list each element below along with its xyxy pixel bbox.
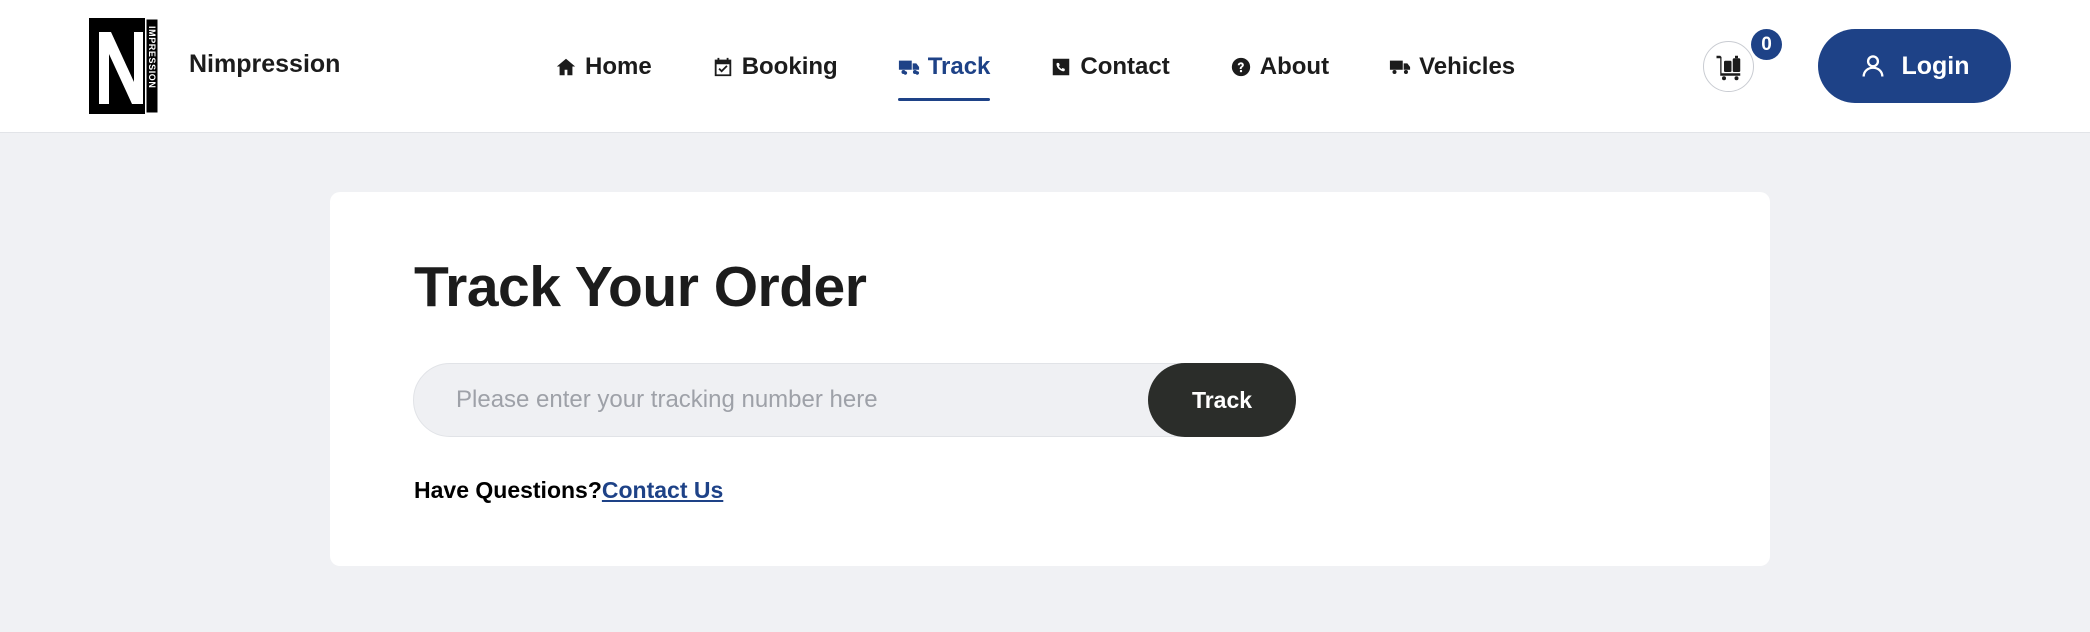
nav-contact-label: Contact [1080, 52, 1170, 80]
nav-vehicles-label: Vehicles [1419, 52, 1516, 80]
main-nav: Home Booking Track Contact About Vehicle… [555, 0, 1575, 133]
truck-icon [1389, 60, 1411, 74]
nav-about-label: About [1259, 52, 1330, 80]
logo-vertical-text: IMPRESSION [147, 26, 157, 89]
calendar-check-icon [714, 57, 731, 76]
tracking-number-input[interactable] [414, 364, 1144, 436]
questions-text: Have Questions? [414, 477, 602, 503]
home-icon [556, 58, 576, 75]
luggage-cart-icon [1716, 55, 1740, 80]
nav-contact[interactable]: Contact [1050, 0, 1170, 133]
truck-icon [898, 60, 919, 75]
login-button-label: Login [1901, 51, 1970, 80]
login-button[interactable]: Login [1818, 29, 2011, 103]
track-form: Track [413, 363, 1296, 437]
nav-track[interactable]: Track [897, 0, 991, 133]
nav-track-label: Track [927, 52, 991, 80]
cart-button[interactable] [1703, 41, 1754, 92]
cart-count-badge: 0 [1751, 29, 1782, 60]
track-order-card: Track Your Order Track Have Questions?Co… [330, 192, 1770, 566]
page-title: Track Your Order [414, 255, 867, 319]
question-circle-icon [1231, 57, 1250, 76]
brand-name[interactable]: Nimpression [189, 50, 340, 79]
navbar: IMPRESSION Nimpression Home Booking Trac… [0, 0, 2090, 133]
user-icon [1862, 55, 1884, 77]
nav-about[interactable]: About [1230, 0, 1329, 133]
contact-us-link[interactable]: Contact Us [602, 477, 723, 503]
nav-booking-label: Booking [741, 52, 838, 80]
track-button[interactable]: Track [1148, 363, 1296, 437]
nav-home[interactable]: Home [555, 0, 652, 133]
brand-logo[interactable]: IMPRESSION [89, 18, 159, 114]
phone-icon [1053, 58, 1070, 75]
nav-booking[interactable]: Booking [712, 0, 838, 133]
nav-vehicles[interactable]: Vehicles [1389, 0, 1515, 133]
questions-line: Have Questions?Contact Us [414, 477, 723, 504]
nav-home-label: Home [585, 52, 652, 80]
